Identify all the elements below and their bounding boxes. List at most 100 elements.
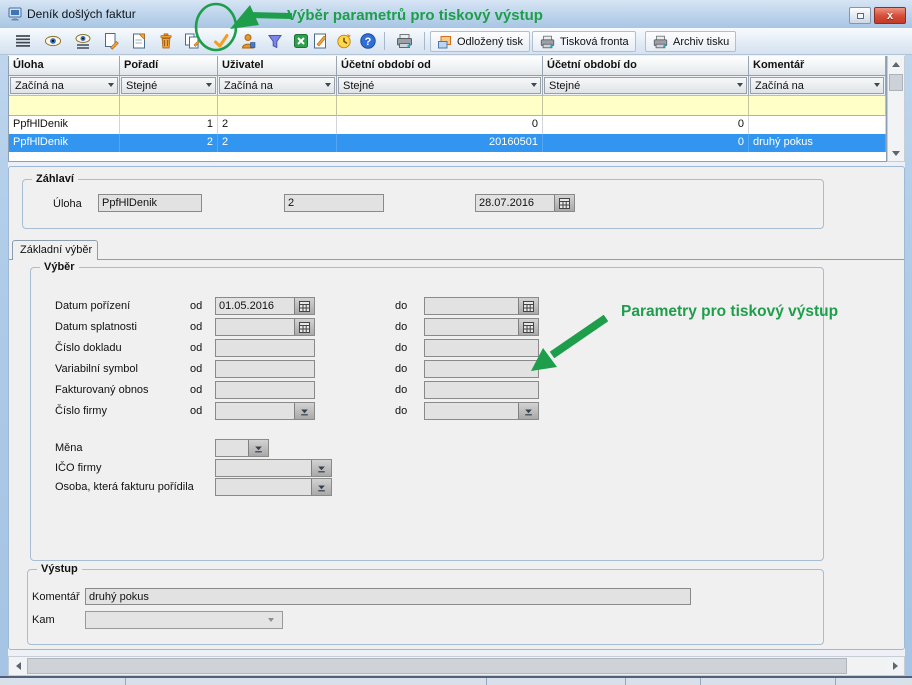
table-cell[interactable]: 0 xyxy=(337,116,543,134)
table-cell[interactable] xyxy=(749,116,886,134)
task-name-field[interactable]: PpfHlDenik xyxy=(98,194,202,212)
osoba-field[interactable] xyxy=(215,478,332,496)
lookup-button[interactable] xyxy=(518,403,538,419)
scroll-up-button[interactable] xyxy=(888,56,904,72)
calendar-button[interactable] xyxy=(518,298,538,314)
od-label: od xyxy=(190,384,202,396)
column-header-uzivatel[interactable]: Uživatel xyxy=(218,56,337,76)
datum-splatnosti-do-field[interactable] xyxy=(424,318,539,336)
lookup-button[interactable] xyxy=(248,440,268,456)
variabilni-symbol-od-field[interactable] xyxy=(215,360,315,378)
grid-vertical-scrollbar[interactable] xyxy=(887,56,905,162)
confirm-icon[interactable] xyxy=(211,31,231,51)
kam-dropdown[interactable] xyxy=(85,611,283,629)
filter-input-komentar[interactable] xyxy=(749,96,886,116)
view-icon[interactable] xyxy=(43,31,63,51)
edit-document-icon[interactable] xyxy=(129,31,149,51)
filter-input-ucetni-obdobi-od[interactable] xyxy=(337,96,543,116)
cislo-dokladu-od-field[interactable] xyxy=(215,339,315,357)
detail-panel: Záhlaví Úloha PpfHlDenik 2 28.07.2016 Zá… xyxy=(8,166,905,650)
column-header-komentar[interactable]: Komentář xyxy=(749,56,886,76)
toolbar: ? Odložený tisk Tisková fronta Archiv ti… xyxy=(0,28,912,55)
filter-input-uloha[interactable] xyxy=(9,96,120,116)
scrollbar-thumb[interactable] xyxy=(889,74,903,91)
calendar-button[interactable] xyxy=(294,298,314,314)
calendar-icon xyxy=(523,301,534,312)
filter-operator-ucetni-obdobi-od[interactable]: Stejné xyxy=(337,76,543,96)
tab-zakladni-vyber[interactable]: Základní výběr xyxy=(12,240,98,260)
fakturovany-obnos-od-field[interactable] xyxy=(215,381,315,399)
column-header-poradi[interactable]: Pořadí xyxy=(120,56,218,76)
user-icon[interactable] xyxy=(238,31,258,51)
task-date-field[interactable]: 28.07.2016 xyxy=(475,194,575,212)
komentar-field[interactable]: druhý pokus xyxy=(85,588,691,605)
new-document-icon[interactable] xyxy=(101,31,121,51)
cislo-firmy-od-field[interactable] xyxy=(215,402,315,420)
filter-operator-poradi[interactable]: Stejné xyxy=(120,76,218,96)
filter-input-uzivatel[interactable] xyxy=(218,96,337,116)
help-icon[interactable]: ? xyxy=(358,31,378,51)
protocol-icon[interactable] xyxy=(310,31,330,51)
variabilni-symbol-do-field[interactable] xyxy=(424,360,539,378)
datum-splatnosti-od-field[interactable] xyxy=(215,318,315,336)
print-archive-button[interactable]: Archiv tisku xyxy=(645,31,736,52)
scroll-left-button[interactable] xyxy=(10,658,26,674)
svg-text:?: ? xyxy=(365,36,372,48)
delete-icon[interactable] xyxy=(156,31,176,51)
calendar-button[interactable] xyxy=(294,319,314,335)
table-cell[interactable]: 2 xyxy=(218,116,337,134)
filter-operator-uloha[interactable]: Začíná na xyxy=(9,76,120,96)
horizontal-scrollbar[interactable] xyxy=(8,656,905,676)
list-icon[interactable] xyxy=(13,31,33,51)
chevron-down-icon xyxy=(874,83,880,87)
table-cell-selected[interactable]: PpfHlDenik xyxy=(9,134,120,152)
filter-operator-komentar[interactable]: Začíná na xyxy=(749,76,886,96)
lookup-button[interactable] xyxy=(311,460,331,476)
column-header-ucetni-obdobi-od[interactable]: Účetní období od xyxy=(337,56,543,76)
view-detail-icon[interactable] xyxy=(73,31,93,51)
table-cell[interactable]: PpfHlDenik xyxy=(9,116,120,134)
filter-input-poradi[interactable] xyxy=(120,96,218,116)
fakturovany-obnos-do-field[interactable] xyxy=(424,381,539,399)
grid-empty-area xyxy=(9,152,886,161)
table-cell-selected[interactable]: 20160501 xyxy=(337,134,543,152)
close-button[interactable]: x xyxy=(874,7,906,24)
scrollbar-thumb[interactable] xyxy=(27,658,847,674)
filter-operator-uzivatel[interactable]: Začíná na xyxy=(218,76,337,96)
cislo-firmy-do-field[interactable] xyxy=(424,402,539,420)
print-icon[interactable] xyxy=(394,31,414,51)
dropdown-arrow-icon xyxy=(254,444,263,453)
filter-icon[interactable] xyxy=(265,31,285,51)
table-cell[interactable]: 0 xyxy=(543,116,749,134)
task-order-field[interactable]: 2 xyxy=(284,194,384,212)
mena-field[interactable] xyxy=(215,439,269,457)
excel-export-icon[interactable] xyxy=(291,31,311,51)
scroll-right-button[interactable] xyxy=(887,658,903,674)
status-bar xyxy=(0,678,912,685)
range-row-label: Datum pořízení xyxy=(55,300,130,312)
datum-porizeni-od-field[interactable]: 01.05.2016 xyxy=(215,297,315,315)
ico-firmy-field[interactable] xyxy=(215,459,332,477)
deferred-print-button[interactable]: Odložený tisk xyxy=(430,31,530,52)
ico-firmy-label: IČO firmy xyxy=(55,462,101,474)
restore-button[interactable] xyxy=(849,7,871,24)
column-header-ucetni-obdobi-do[interactable]: Účetní období do xyxy=(543,56,749,76)
calendar-button[interactable] xyxy=(518,319,538,335)
table-cell-selected[interactable]: 2 xyxy=(120,134,218,152)
cislo-dokladu-do-field[interactable] xyxy=(424,339,539,357)
lookup-button[interactable] xyxy=(294,403,314,419)
table-cell-selected[interactable]: 0 xyxy=(543,134,749,152)
table-cell-selected[interactable]: 2 xyxy=(218,134,337,152)
filter-operator-ucetni-obdobi-do[interactable]: Stejné xyxy=(543,76,749,96)
copy-document-icon[interactable] xyxy=(182,31,202,51)
scroll-down-button[interactable] xyxy=(888,145,904,161)
history-icon[interactable] xyxy=(334,31,354,51)
column-header-uloha[interactable]: Úloha xyxy=(9,56,120,76)
datum-porizeni-do-field[interactable] xyxy=(424,297,539,315)
calendar-button[interactable] xyxy=(554,195,574,211)
table-cell[interactable]: 1 xyxy=(120,116,218,134)
table-cell-selected[interactable]: druhý pokus xyxy=(749,134,886,152)
lookup-button[interactable] xyxy=(311,479,331,495)
print-queue-button[interactable]: Tisková fronta xyxy=(532,31,636,52)
filter-input-ucetni-obdobi-do[interactable] xyxy=(543,96,749,116)
